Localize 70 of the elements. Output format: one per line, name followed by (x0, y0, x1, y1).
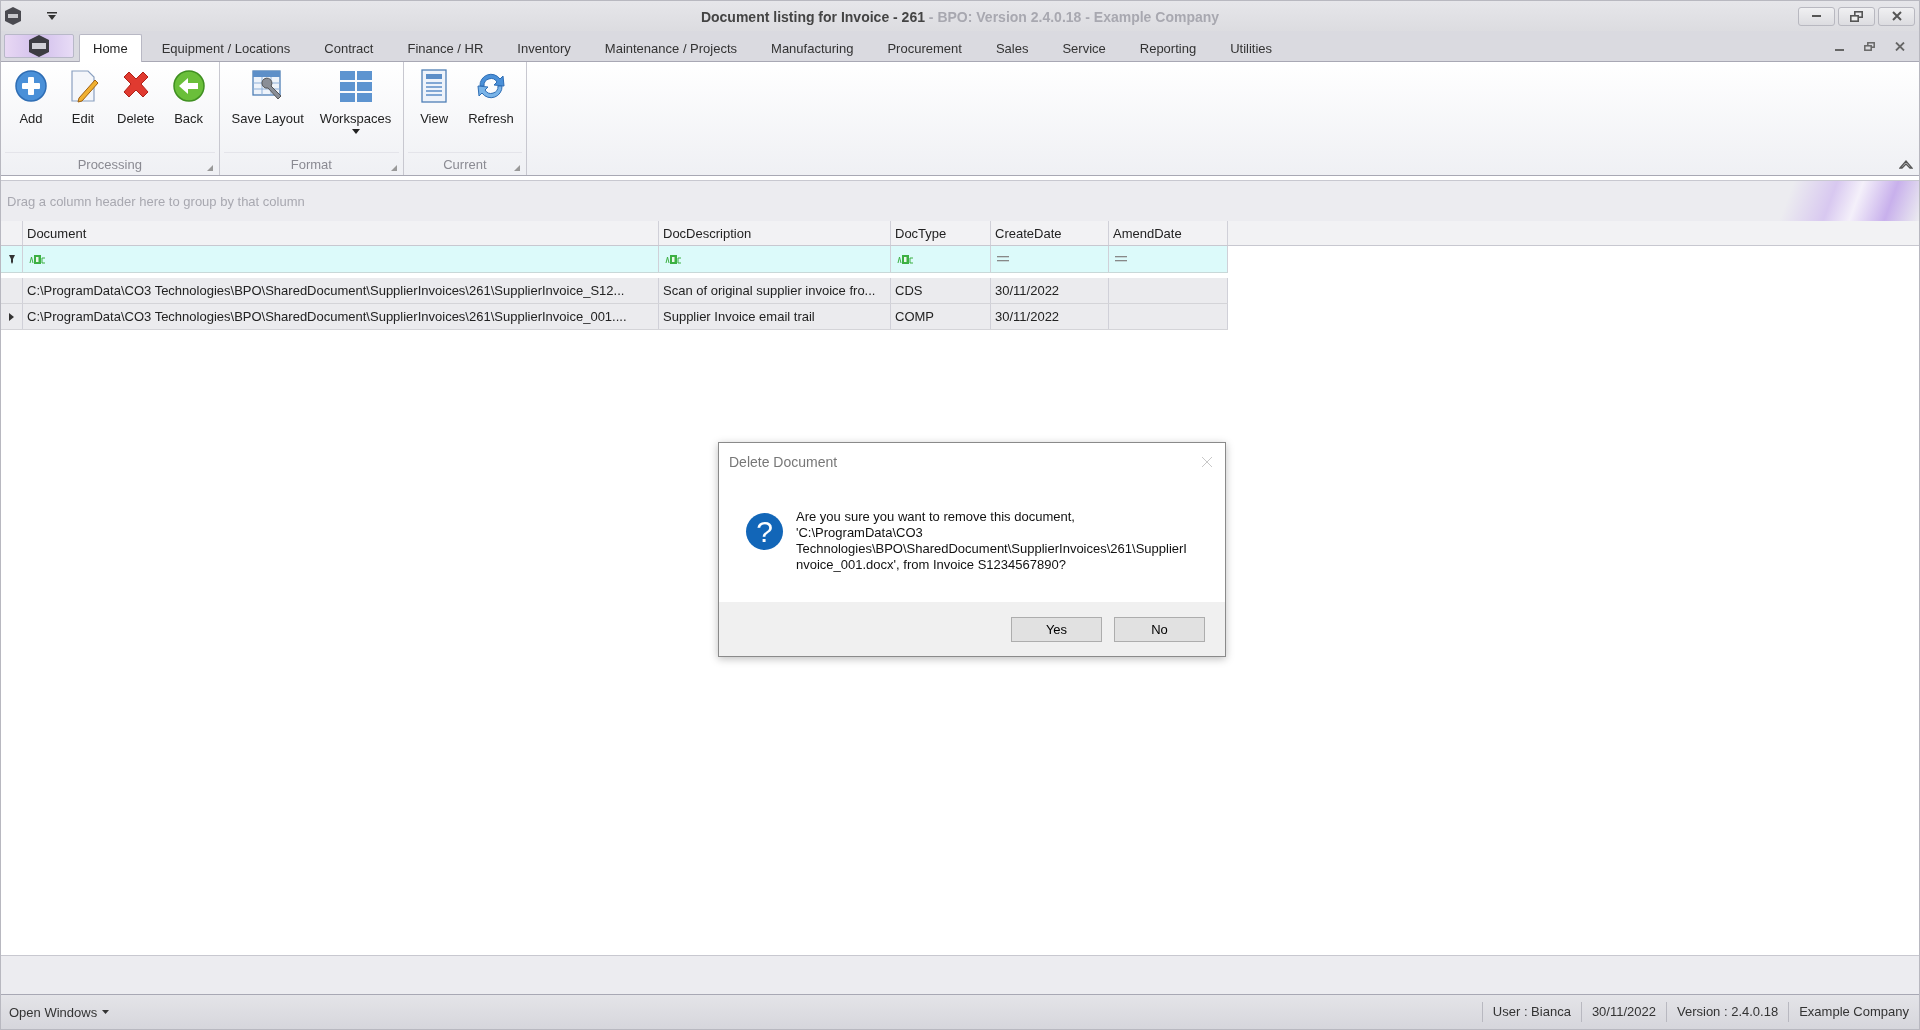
window-subtitle: - BPO: Version 2.4.0.18 - Example Company (927, 9, 1220, 25)
ribbon-button[interactable]: Refresh (460, 66, 522, 152)
close-icon (1891, 11, 1902, 21)
ribbon-tab[interactable]: Equipment / Locations (147, 34, 305, 61)
dialog-button[interactable]: No (1114, 616, 1205, 642)
ribbon-tab[interactable]: Sales (981, 34, 1043, 61)
application-menu-button[interactable] (4, 34, 74, 58)
dialog-title: Delete Document (729, 454, 838, 470)
dialog-launcher-icon[interactable] (391, 165, 398, 171)
ribbon-tab[interactable]: Utilities (1216, 34, 1287, 61)
status-item: Example Company (1788, 1002, 1919, 1022)
table-cell: 30/11/2022 (991, 278, 1109, 303)
restore-button[interactable] (1838, 6, 1875, 26)
question-icon: ? (746, 513, 783, 550)
caret-icon (102, 1010, 110, 1014)
table-cell: CDS (891, 278, 991, 303)
ribbon-tab[interactable]: Contract (310, 34, 388, 61)
quick-access-caret-icon[interactable] (46, 11, 58, 21)
app-logo-icon (28, 34, 50, 58)
ribbon-button[interactable]: Add (5, 66, 57, 152)
restore-icon[interactable] (1864, 41, 1875, 51)
ribbon-button[interactable]: View (408, 66, 461, 152)
close-button[interactable] (1878, 6, 1915, 26)
table-cell: COMP (891, 304, 991, 329)
dialog-launcher-icon[interactable] (206, 165, 213, 171)
minimize-icon[interactable] (1835, 48, 1844, 51)
table-cell: Scan of original supplier invoice fro... (659, 278, 891, 303)
focused-row-indicator-icon (9, 312, 14, 321)
table-cell: C:\ProgramData\CO3 Technologies\BPO\SharedDocument\SupplierInvoices\261\SupplierInvoice_S12... (23, 278, 659, 303)
dialog-message: Are you sure you want to remove this document, 'C:\ProgramData\CO3 Technologies\BPO\SharedDocument\SupplierInvoices\261\SupplierInvoice_001.docx', from Invoice S1234567890? (796, 509, 1188, 573)
table-cell: Supplier Invoice email trail (659, 304, 891, 329)
ribbon-tab[interactable]: Manufacturing (757, 34, 868, 61)
close-icon[interactable] (1895, 41, 1905, 51)
ribbon-tab[interactable]: Home (79, 34, 142, 62)
ribbon-group-label: Format (290, 156, 332, 172)
text-filter-icon (665, 254, 683, 264)
ribbon-button[interactable]: Back (162, 66, 215, 152)
table-cell: C:\ProgramData\CO3 Technologies\BPO\SharedDocument\SupplierInvoices\261\SupplierInvoice_001.... (23, 304, 659, 329)
ribbon-button[interactable]: Workspaces (311, 66, 400, 152)
ribbon-group-label: Processing (77, 156, 142, 172)
collapse-ribbon-icon[interactable] (1899, 159, 1913, 169)
text-filter-icon (29, 254, 47, 264)
status-item: 30/11/2022 (1580, 1002, 1666, 1022)
open-windows-button[interactable]: Open Windows (1, 1004, 118, 1020)
ribbon-button[interactable]: Delete (109, 66, 163, 152)
text-filter-icon (897, 254, 915, 264)
add-icon (13, 68, 49, 104)
app-logo-icon (4, 6, 22, 26)
dialog-button[interactable]: Yes (1011, 616, 1102, 642)
status-item: User : Bianca (1481, 1002, 1581, 1022)
ribbon-tab[interactable]: Inventory (503, 34, 585, 61)
ribbon-tab[interactable]: Finance / HR (393, 34, 498, 61)
minimize-button[interactable] (1798, 6, 1835, 26)
table-cell: 30/11/2022 (991, 304, 1109, 329)
window-title: Document listing for Invoice - 261 (700, 9, 925, 25)
ribbon-group-label: Current (443, 156, 487, 172)
restore-icon (1850, 10, 1863, 22)
equals-filter-icon (1115, 256, 1127, 262)
dialog-launcher-icon[interactable] (513, 165, 520, 171)
tiles-icon (337, 68, 374, 104)
ribbon-button[interactable]: Edit (57, 66, 109, 152)
equals-filter-icon (997, 256, 1009, 262)
ribbon-tab[interactable]: Reporting (1125, 34, 1211, 61)
ribbon-tab[interactable]: Maintenance / Projects (590, 34, 752, 61)
minimize-icon (1812, 15, 1821, 17)
ribbon-tab[interactable]: Service (1048, 34, 1120, 61)
group-panel-hint: Drag a column header here to group by that column (7, 193, 305, 209)
status-item: Version : 2.4.0.18 (1666, 1002, 1789, 1022)
ribbon-tab[interactable]: Procurement (873, 34, 976, 61)
ribbon-button[interactable]: Save Layout (223, 66, 312, 152)
